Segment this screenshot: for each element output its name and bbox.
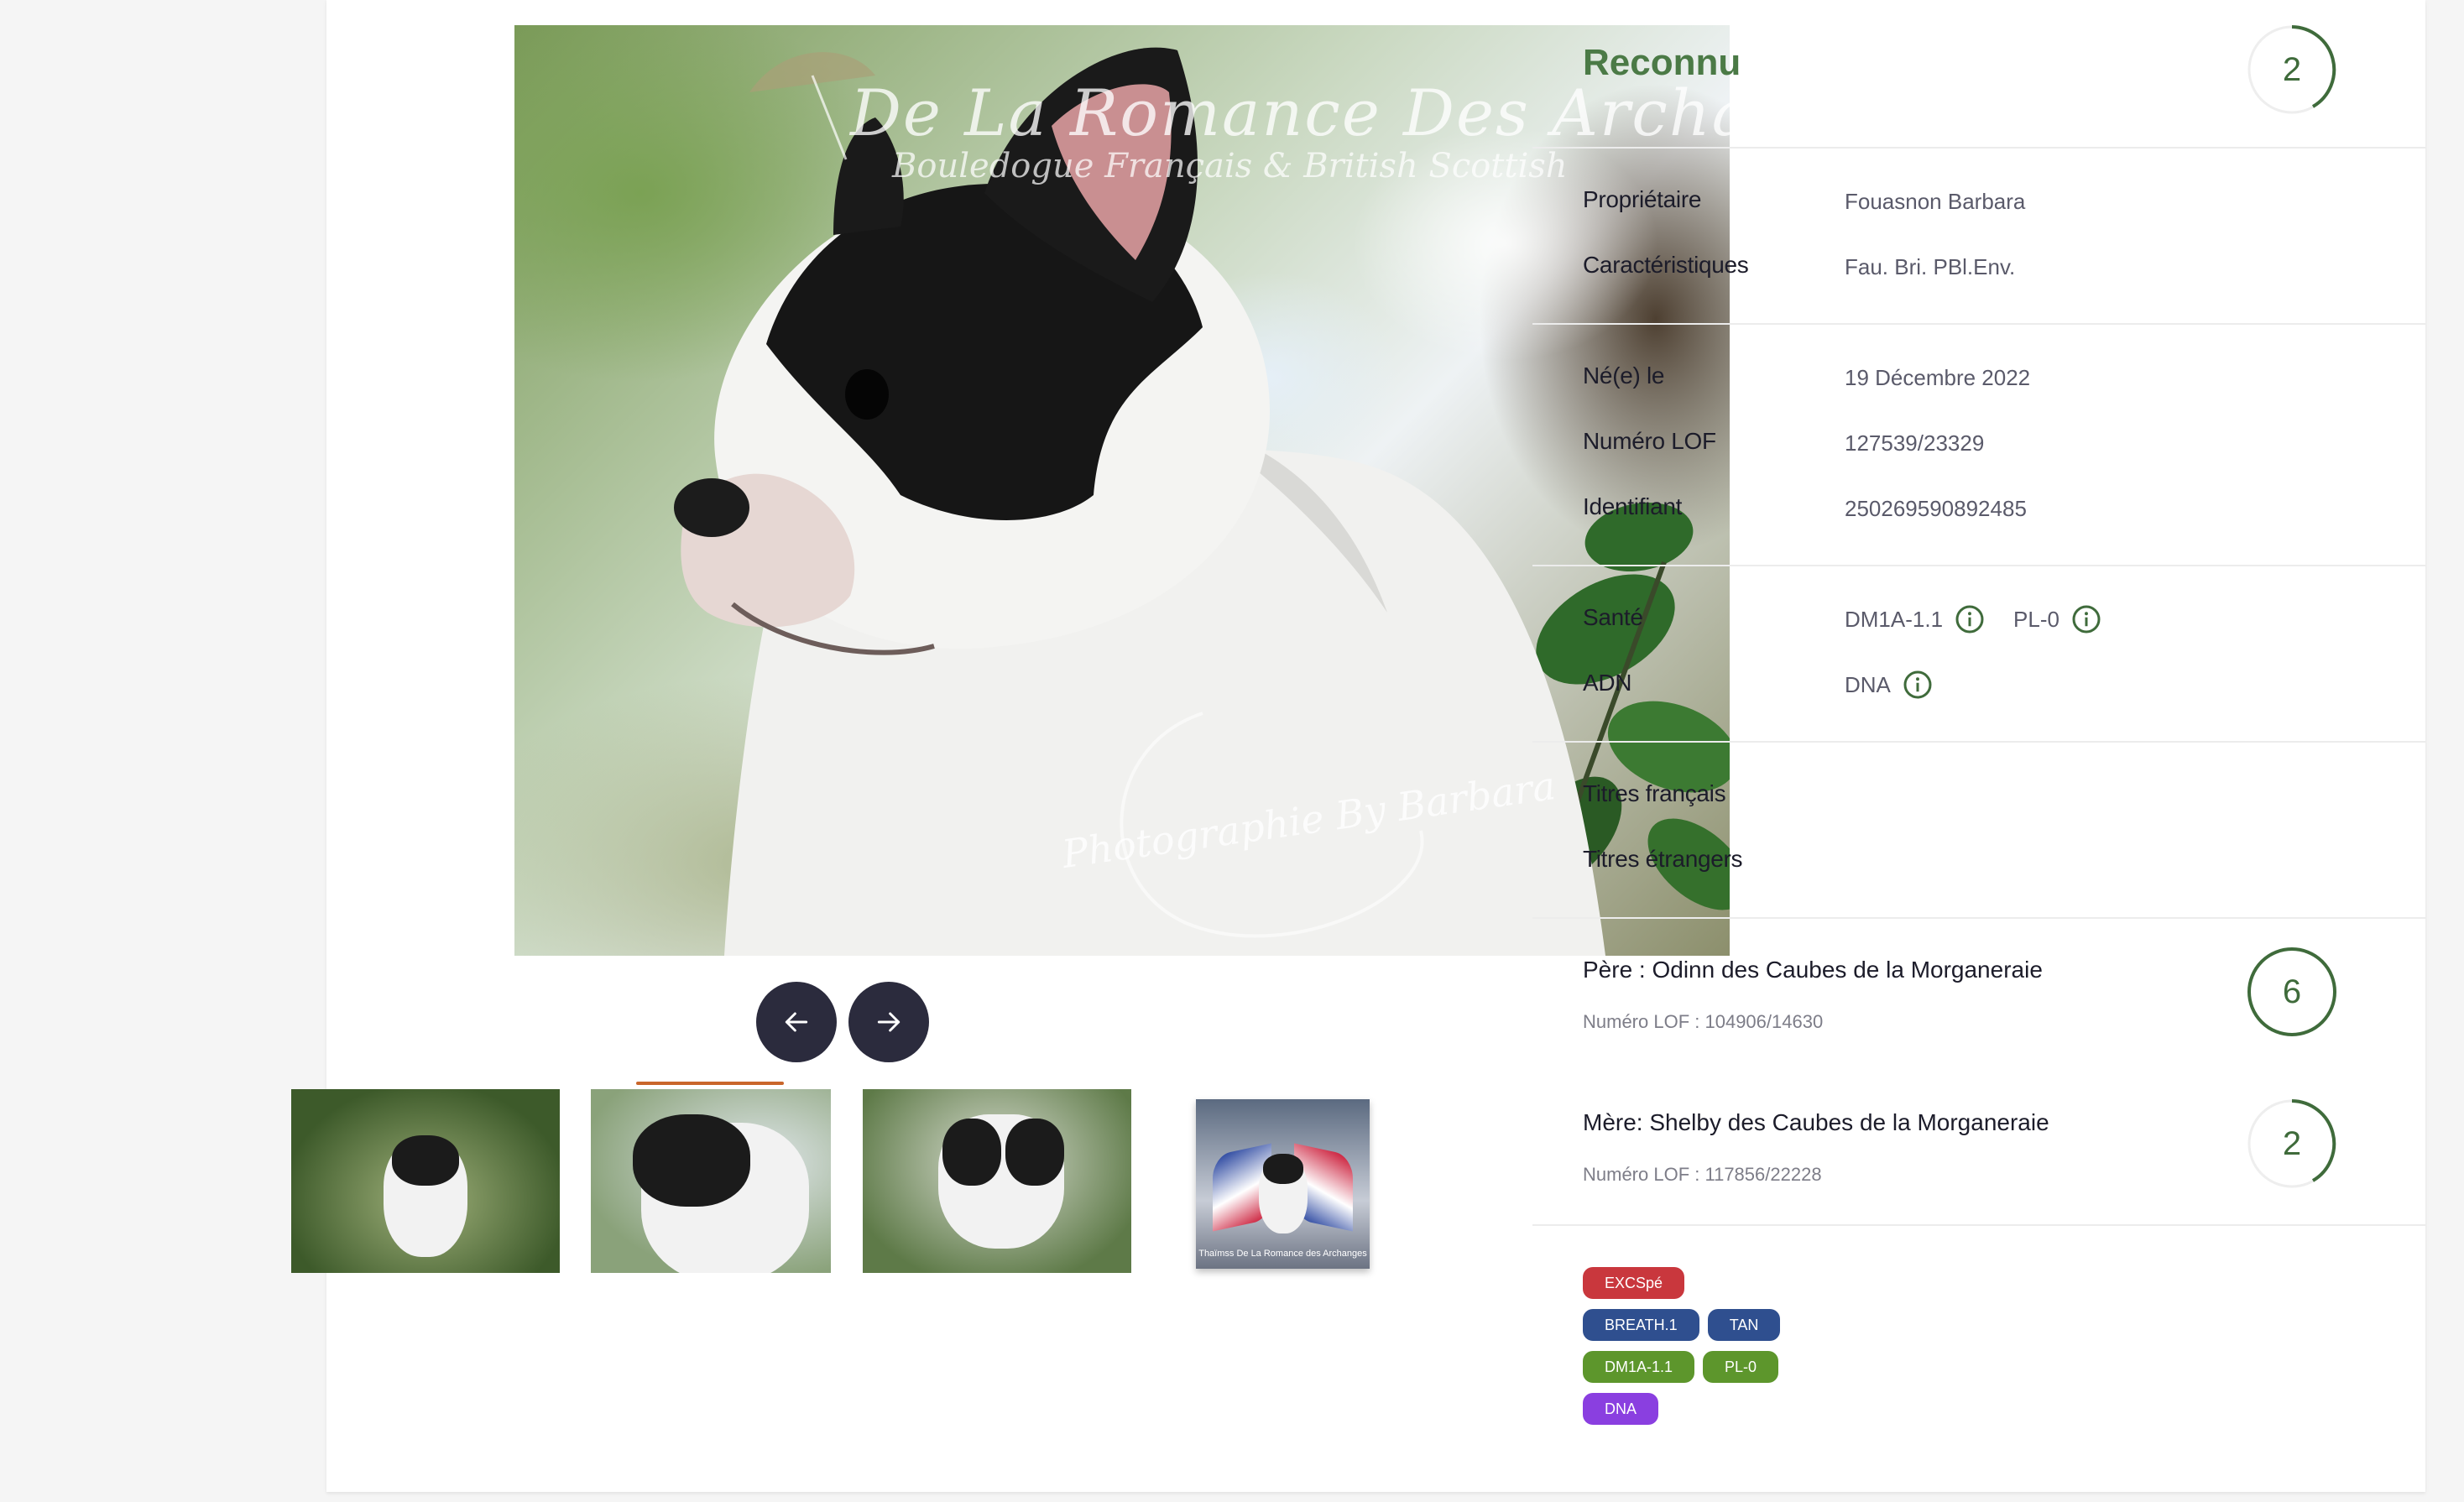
details-panel: Reconnu 2 Propriétaire Fouasnon Barbara … [1532,0,2425,1492]
divider [1532,147,2425,149]
divider [1532,323,2425,325]
dog-profile-card: De La Romance Des Archanges Bouledogue F… [291,0,2425,1492]
mother-level: 2 [2282,1124,2302,1162]
info-icon[interactable] [1903,670,1933,700]
characteristics-value: Fau. Bri. PBl.Env. [1845,254,2016,279]
previous-photo-button[interactable] [756,982,837,1062]
dna-label: ADN [1583,670,1632,696]
thumbnail-caption: Thaïmss De La Romance des Archanges [1198,1249,1367,1259]
active-thumbnail-indicator [636,1082,784,1085]
badge-tan: TAN [1707,1309,1781,1341]
foreign-titles-label: Titres étrangers [1583,846,1743,872]
health-test-dm1a: DM1A-1.1 [1845,606,1944,632]
thumbnail-2[interactable] [591,1089,831,1273]
dna-tests: DNA [1845,670,1961,700]
characteristics-label: Caractéristiques [1583,252,1749,278]
birth-date-value: 19 Décembre 2022 [1845,365,2031,390]
mother-name[interactable]: Mère: Shelby des Caubes de la Morganerai… [1583,1109,2049,1136]
thumbnail-1[interactable] [291,1089,560,1273]
health-test-pl: PL-0 [2013,606,2059,632]
divider [1532,917,2425,919]
thumbnail-4[interactable]: Thaïmss De La Romance des Archanges [1196,1099,1370,1269]
birth-date-label: Né(e) le [1583,362,1665,389]
badge-breath: BREATH.1 [1583,1309,1699,1341]
french-titles-label: Titres français [1583,780,1726,806]
divider [1532,565,2425,566]
badge-excspe: EXCSpé [1583,1267,1685,1299]
health-label: Santé [1583,604,1643,630]
dna-test: DNA [1845,671,1891,697]
status-level: 2 [2282,50,2302,88]
divider [1532,1224,2425,1226]
watermark-subtitle: Bouledogue Français & British Scottish [892,147,1568,185]
identifier-value: 250269590892485 [1845,496,2027,521]
badge-dm1a: DM1A-1.1 [1583,1351,1695,1383]
owner-label: Propriétaire [1583,186,1702,212]
identifier-label: Identifiant [1583,493,1683,519]
mother-level-ring: 2 [2246,1098,2338,1190]
info-icon[interactable] [1955,604,1985,634]
mother-lof: Numéro LOF : 117856/22228 [1583,1164,1822,1185]
arrow-left-icon [785,1012,808,1032]
health-tests: DM1A-1.1 PL-0 [1845,604,2130,634]
father-lof: Numéro LOF : 104906/14630 [1583,1011,1824,1032]
arrow-right-icon [877,1012,901,1032]
badge-dna: DNA [1583,1393,1659,1425]
father-name[interactable]: Père : Odinn des Caubes de la Morganerai… [1583,957,2043,983]
owner-value: Fouasnon Barbara [1845,189,2026,214]
father-level-ring: 6 [2246,946,2338,1038]
divider [1532,741,2425,743]
father-level: 6 [2282,973,2302,1010]
badge-pl: PL-0 [1703,1351,1779,1383]
lof-number-value: 127539/23329 [1845,430,1985,456]
lof-number-label: Numéro LOF [1583,428,1716,454]
badges-area: EXCSpé BREATH.1 TAN DM1A-1.1 PL-0 DNA [1583,1267,1781,1435]
status-title: Reconnu [1583,42,1741,83]
info-icon[interactable] [2071,604,2101,634]
next-photo-button[interactable] [848,982,929,1062]
thumbnail-3[interactable] [863,1089,1131,1273]
status-level-ring: 2 [2246,23,2338,116]
